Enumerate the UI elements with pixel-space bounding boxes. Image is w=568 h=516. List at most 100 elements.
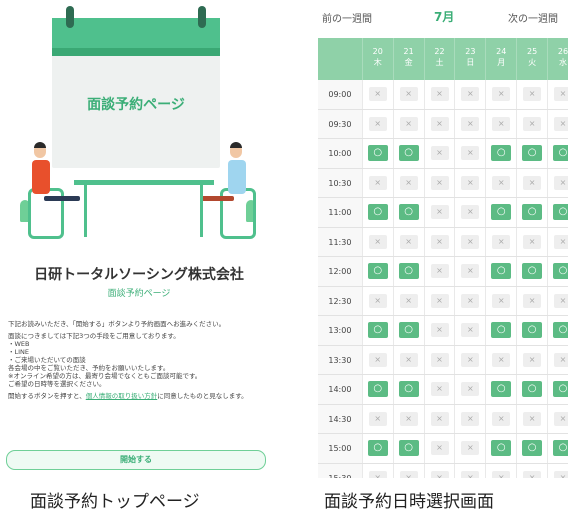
unavailable-slot: × <box>461 441 480 456</box>
unavailable-slot: × <box>461 323 480 338</box>
slot-cell: × <box>547 463 568 478</box>
slot-cell: × <box>485 286 516 315</box>
time-label: 12:30 <box>318 286 362 315</box>
available-slot[interactable]: ○ <box>398 381 419 398</box>
available-slot[interactable]: ○ <box>553 204 568 221</box>
slot-cell: × <box>547 80 568 109</box>
available-slot[interactable]: ○ <box>522 381 543 398</box>
slot-cell: × <box>454 109 485 138</box>
available-slot[interactable]: ○ <box>491 145 512 162</box>
caption-top-page: 面談予約トップページ <box>30 492 200 512</box>
available-slot[interactable]: ○ <box>398 440 419 457</box>
day-header: 20 木 <box>361 38 393 80</box>
unavailable-slot: × <box>461 234 480 249</box>
day-header: 24 月 <box>485 38 516 80</box>
slot-cell: × <box>392 227 424 256</box>
slot-cell: × <box>423 257 455 286</box>
day-header-row: 20 木 21 金 22 土 23 日 24 月 25 火 26 水 <box>318 38 568 80</box>
company-name: 日研トータルソーシング株式会社 <box>34 267 244 283</box>
slot-cell: × <box>423 286 455 315</box>
time-row: 15:30 × × × × × × × <box>318 463 568 478</box>
available-slot[interactable]: ○ <box>553 322 568 339</box>
day-weekday: 日 <box>466 58 475 67</box>
instruction-intro: 下記お読みいただき、「開始する」ボタンより予約画面へお進みください。 <box>8 320 226 328</box>
available-slot[interactable]: ○ <box>367 440 388 457</box>
month-label: 7月 <box>434 10 455 24</box>
time-row: 15:00 ○ ○ × × ○ ○ ○ <box>318 434 568 464</box>
unavailable-slot: × <box>430 234 449 249</box>
available-slot[interactable]: ○ <box>491 381 512 398</box>
available-slot[interactable]: ○ <box>398 322 419 339</box>
unavailable-slot: × <box>430 175 449 190</box>
available-slot[interactable]: ○ <box>522 263 543 280</box>
available-slot[interactable]: ○ <box>367 322 388 339</box>
slot-cell: × <box>361 80 393 109</box>
available-slot[interactable]: ○ <box>398 204 419 221</box>
day-date: 24 <box>496 47 507 56</box>
available-slot[interactable]: ○ <box>553 381 568 398</box>
unavailable-slot: × <box>554 175 568 190</box>
available-slot[interactable]: ○ <box>367 263 388 280</box>
available-slot[interactable]: ○ <box>491 322 512 339</box>
slot-cell: × <box>516 168 547 197</box>
time-label: 15:30 <box>318 463 362 478</box>
privacy-policy-link[interactable]: 個人情報の取り扱い方針 <box>86 392 158 400</box>
unavailable-slot: × <box>461 293 480 308</box>
unavailable-slot: × <box>492 175 511 190</box>
slot-cell: × <box>485 404 516 433</box>
unavailable-slot: × <box>461 205 480 220</box>
slot-cell: ○ <box>485 257 516 286</box>
schedule-panel: 前の一週間 7月 次の一週間 20 木 21 金 22 土 23 日 24 月 25 火 26 水 09:… <box>318 0 568 478</box>
available-slot[interactable]: ○ <box>398 263 419 280</box>
day-header: 23 日 <box>454 38 485 80</box>
slot-cell: × <box>423 404 455 433</box>
day-header: 26 水 <box>547 38 568 80</box>
caption-schedule-page: 面談予約日時選択画面 <box>324 492 494 512</box>
available-slot[interactable]: ○ <box>522 322 543 339</box>
available-slot[interactable]: ○ <box>491 204 512 221</box>
unavailable-slot: × <box>492 470 511 478</box>
available-slot[interactable]: ○ <box>553 263 568 280</box>
next-week-link[interactable]: 次の一週間 <box>508 10 558 25</box>
available-slot[interactable]: ○ <box>522 204 543 221</box>
slot-cell: ○ <box>516 257 547 286</box>
unavailable-slot: × <box>492 234 511 249</box>
slot-cell: × <box>392 286 424 315</box>
day-weekday: 火 <box>528 58 537 67</box>
slot-cell: ○ <box>516 316 547 345</box>
unavailable-slot: × <box>399 470 418 478</box>
available-slot[interactable]: ○ <box>491 440 512 457</box>
slot-cell: ○ <box>361 316 393 345</box>
prev-week-link[interactable]: 前の一週間 <box>322 10 372 25</box>
available-slot[interactable]: ○ <box>491 263 512 280</box>
privacy-notice: 開始するボタンを押すと、個人情報の取り扱い方針に同意したものと見なします。 <box>8 392 248 400</box>
slot-cell: ○ <box>361 198 393 227</box>
available-slot[interactable]: ○ <box>367 381 388 398</box>
unavailable-slot: × <box>492 293 511 308</box>
calendar-title: 面談予約ページ <box>87 97 185 113</box>
available-slot[interactable]: ○ <box>553 145 568 162</box>
slot-cell: ○ <box>392 257 424 286</box>
available-slot[interactable]: ○ <box>553 440 568 457</box>
start-button[interactable]: 開始する <box>6 450 266 470</box>
slot-cell: ○ <box>485 316 516 345</box>
available-slot[interactable]: ○ <box>398 145 419 162</box>
available-slot[interactable]: ○ <box>522 440 543 457</box>
available-slot[interactable]: ○ <box>522 145 543 162</box>
time-row: 13:30 × × × × × × × <box>318 345 568 375</box>
unavailable-slot: × <box>368 411 387 426</box>
day-date: 25 <box>527 47 538 56</box>
available-slot[interactable]: ○ <box>367 204 388 221</box>
time-row: 11:00 ○ ○ × × ○ ○ ○ <box>318 198 568 228</box>
available-slot[interactable]: ○ <box>367 145 388 162</box>
slot-cell: × <box>361 404 393 433</box>
time-label: 15:00 <box>318 434 362 463</box>
unavailable-slot: × <box>523 87 542 102</box>
slot-cell: × <box>516 463 547 478</box>
slot-cell: ○ <box>485 434 516 463</box>
day-header: 21 金 <box>392 38 424 80</box>
unavailable-slot: × <box>368 234 387 249</box>
slot-cell: × <box>516 227 547 256</box>
top-page-panel: 面談予約ページ 日研トータルソーシング株式会社 面談予約ページ 下記お読みいただ… <box>0 0 278 470</box>
time-label: 10:30 <box>318 168 362 197</box>
